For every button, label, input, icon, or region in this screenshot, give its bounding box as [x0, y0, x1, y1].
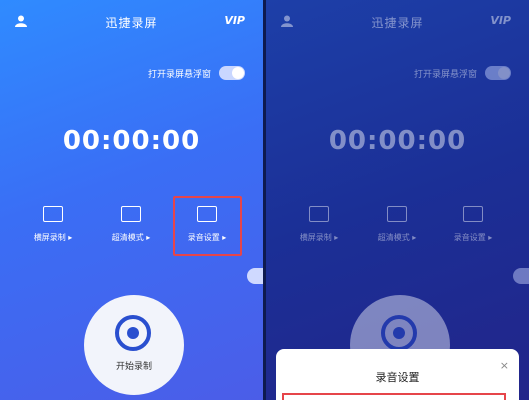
audio-settings-dialog: 录音设置 × [276, 349, 519, 400]
hd-icon [387, 206, 407, 222]
audio-settings-icon [463, 206, 483, 222]
highlight-box [282, 393, 506, 400]
float-window-label: 打开录屏悬浮窗 [413, 69, 477, 80]
option-landscape[interactable]: 横屏录制 ▸ [18, 206, 88, 243]
record-button[interactable]: 开始录制 [84, 295, 184, 395]
float-window-toggle [485, 66, 511, 80]
side-tab [513, 268, 529, 284]
left-screen: 迅捷录屏 VIP 打开录屏悬浮窗 00:00:00 横屏录制 ▸ 超清模式 ▸ … [0, 0, 263, 400]
hd-icon [121, 206, 141, 222]
float-window-row: 打开录屏悬浮窗 [148, 66, 245, 80]
option-landscape: 横屏录制 ▸ [284, 206, 354, 243]
record-icon [115, 315, 151, 351]
side-tab[interactable] [247, 268, 263, 284]
landscape-icon [43, 206, 63, 222]
record-dot [393, 327, 405, 339]
landscape-icon [309, 206, 329, 222]
float-window-row: 打开录屏悬浮窗 [414, 66, 511, 80]
float-window-label: 打开录屏悬浮窗 [147, 69, 211, 80]
option-audio-settings: 录音设置 ▸ [438, 206, 508, 243]
timer-display: 00:00:00 [328, 126, 467, 156]
option-hd-mode: 超清模式 ▸ [362, 206, 432, 243]
option-label: 横屏录制 ▸ [299, 233, 339, 242]
toggle-knob [498, 67, 510, 79]
option-label: 超清模式 ▸ [111, 233, 151, 242]
option-label: 超清模式 ▸ [377, 233, 417, 242]
dialog-title: 录音设置 [375, 371, 420, 384]
record-icon [381, 315, 417, 351]
highlight-box [173, 196, 242, 256]
right-screen: 迅捷录屏 VIP 打开录屏悬浮窗 00:00:00 横屏录制 ▸ 超清模式 ▸ … [266, 0, 529, 400]
toggle-knob [232, 67, 244, 79]
option-label: 录音设置 ▸ [453, 233, 493, 242]
record-dot [127, 327, 139, 339]
record-label: 开始录制 [115, 362, 152, 372]
float-window-toggle[interactable] [219, 66, 245, 80]
option-label: 横屏录制 ▸ [33, 233, 73, 242]
vip-badge[interactable]: VIP [224, 14, 245, 27]
option-hd-mode[interactable]: 超清模式 ▸ [96, 206, 166, 243]
timer-display: 00:00:00 [62, 126, 201, 156]
vip-badge: VIP [490, 14, 511, 27]
close-icon[interactable]: × [500, 359, 509, 372]
